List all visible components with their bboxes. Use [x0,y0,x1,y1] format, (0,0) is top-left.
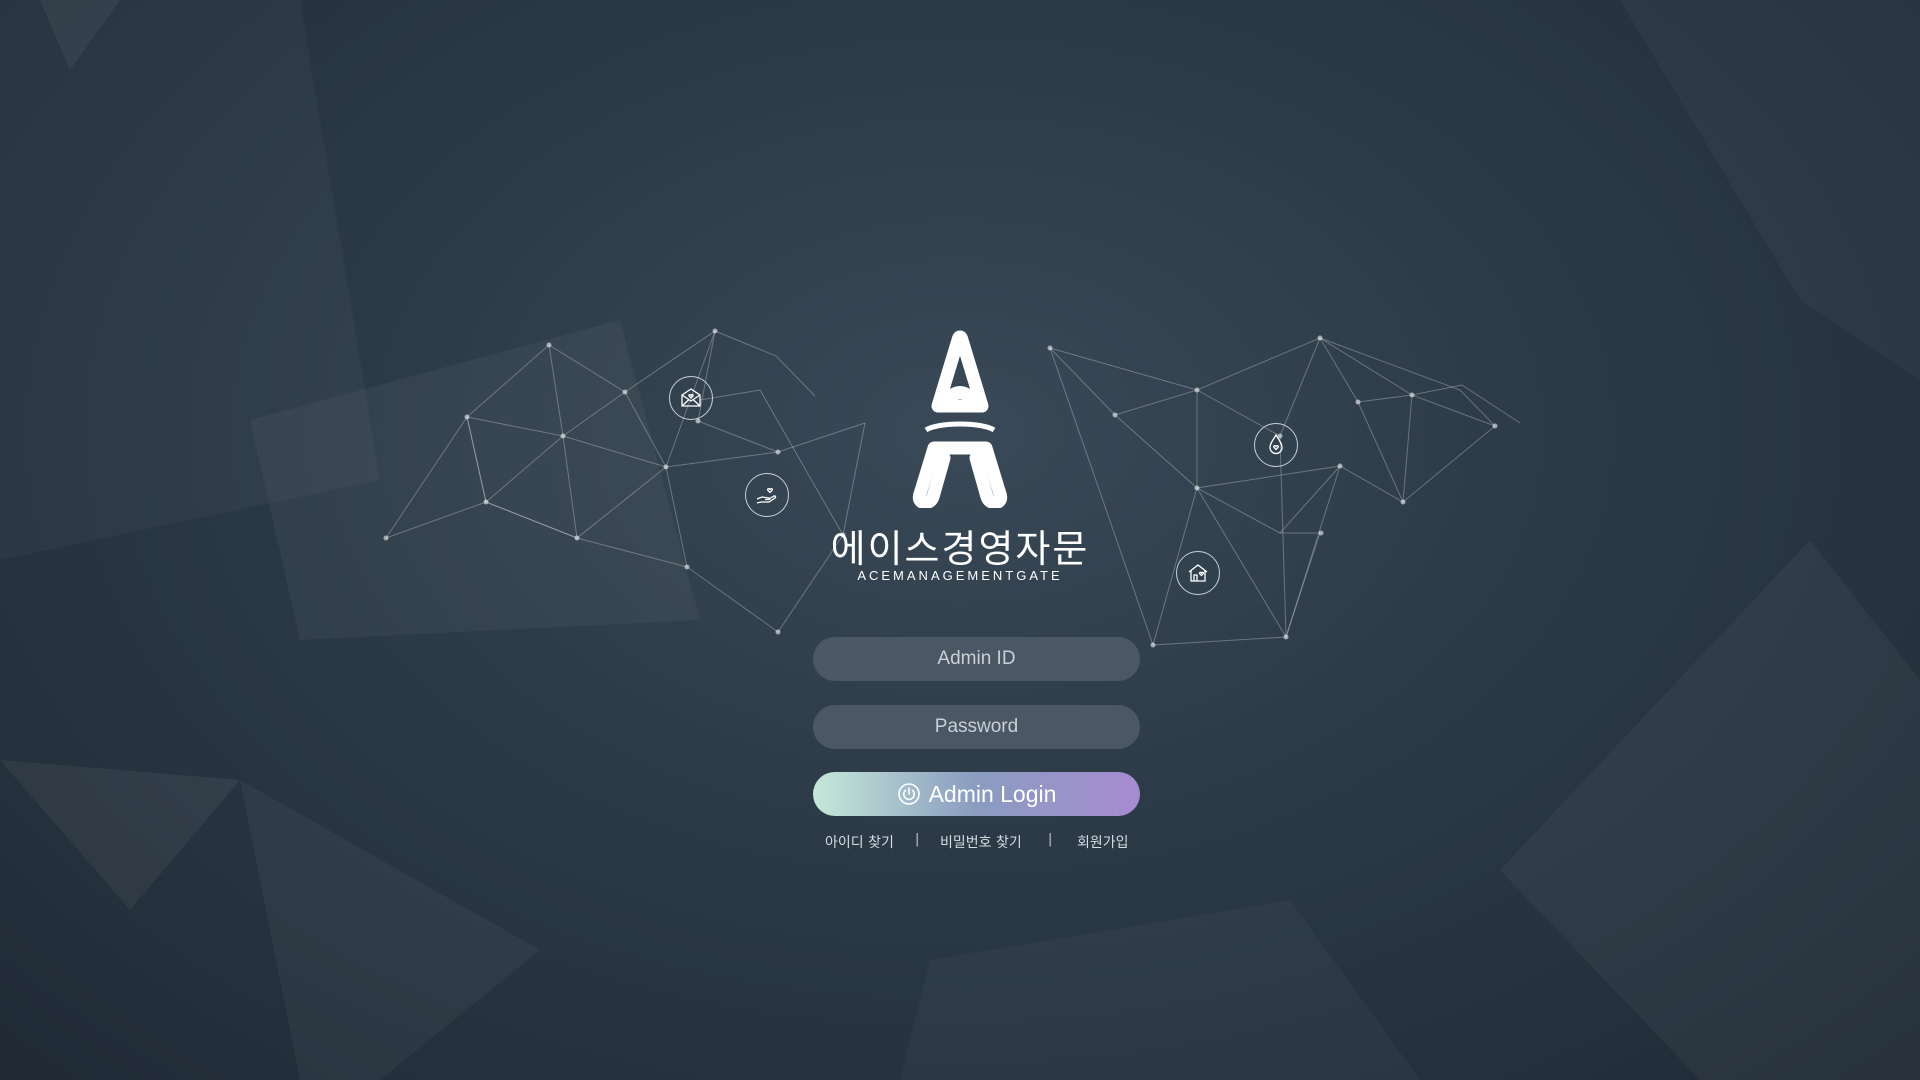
mail-heart-icon [669,376,713,420]
signup-link[interactable]: 회원가입 [1077,832,1129,852]
house-heart-icon [1176,551,1220,595]
admin-login-label: Admin Login [928,780,1057,807]
admin-login-button[interactable]: Admin Login [813,772,1140,816]
find-id-link[interactable]: 아이디 찾기 [825,832,894,852]
login-page: 에이스경영자문 ACEMANAGEMENTGATE Admin Login 아이… [0,0,1920,1080]
find-password-link[interactable]: 비밀번호 찾기 [940,832,1022,852]
link-separator: | [1048,832,1053,847]
logo-a-icon [912,330,1008,508]
brand-subtitle: ACEMANAGEMENTGATE [857,568,1063,583]
password-input[interactable] [813,705,1140,749]
admin-id-input[interactable] [813,637,1140,681]
hand-heart-icon [745,473,789,517]
brand-name: 에이스경영자문 [830,527,1090,571]
account-links: 아이디 찾기 | 비밀번호 찾기 | 회원가입 [813,832,1140,854]
link-separator: | [915,832,920,847]
brand-logo: 에이스경영자문 ACEMANAGEMENTGATE [831,318,1087,583]
drop-heart-icon [1254,423,1298,467]
power-icon [897,783,920,805]
